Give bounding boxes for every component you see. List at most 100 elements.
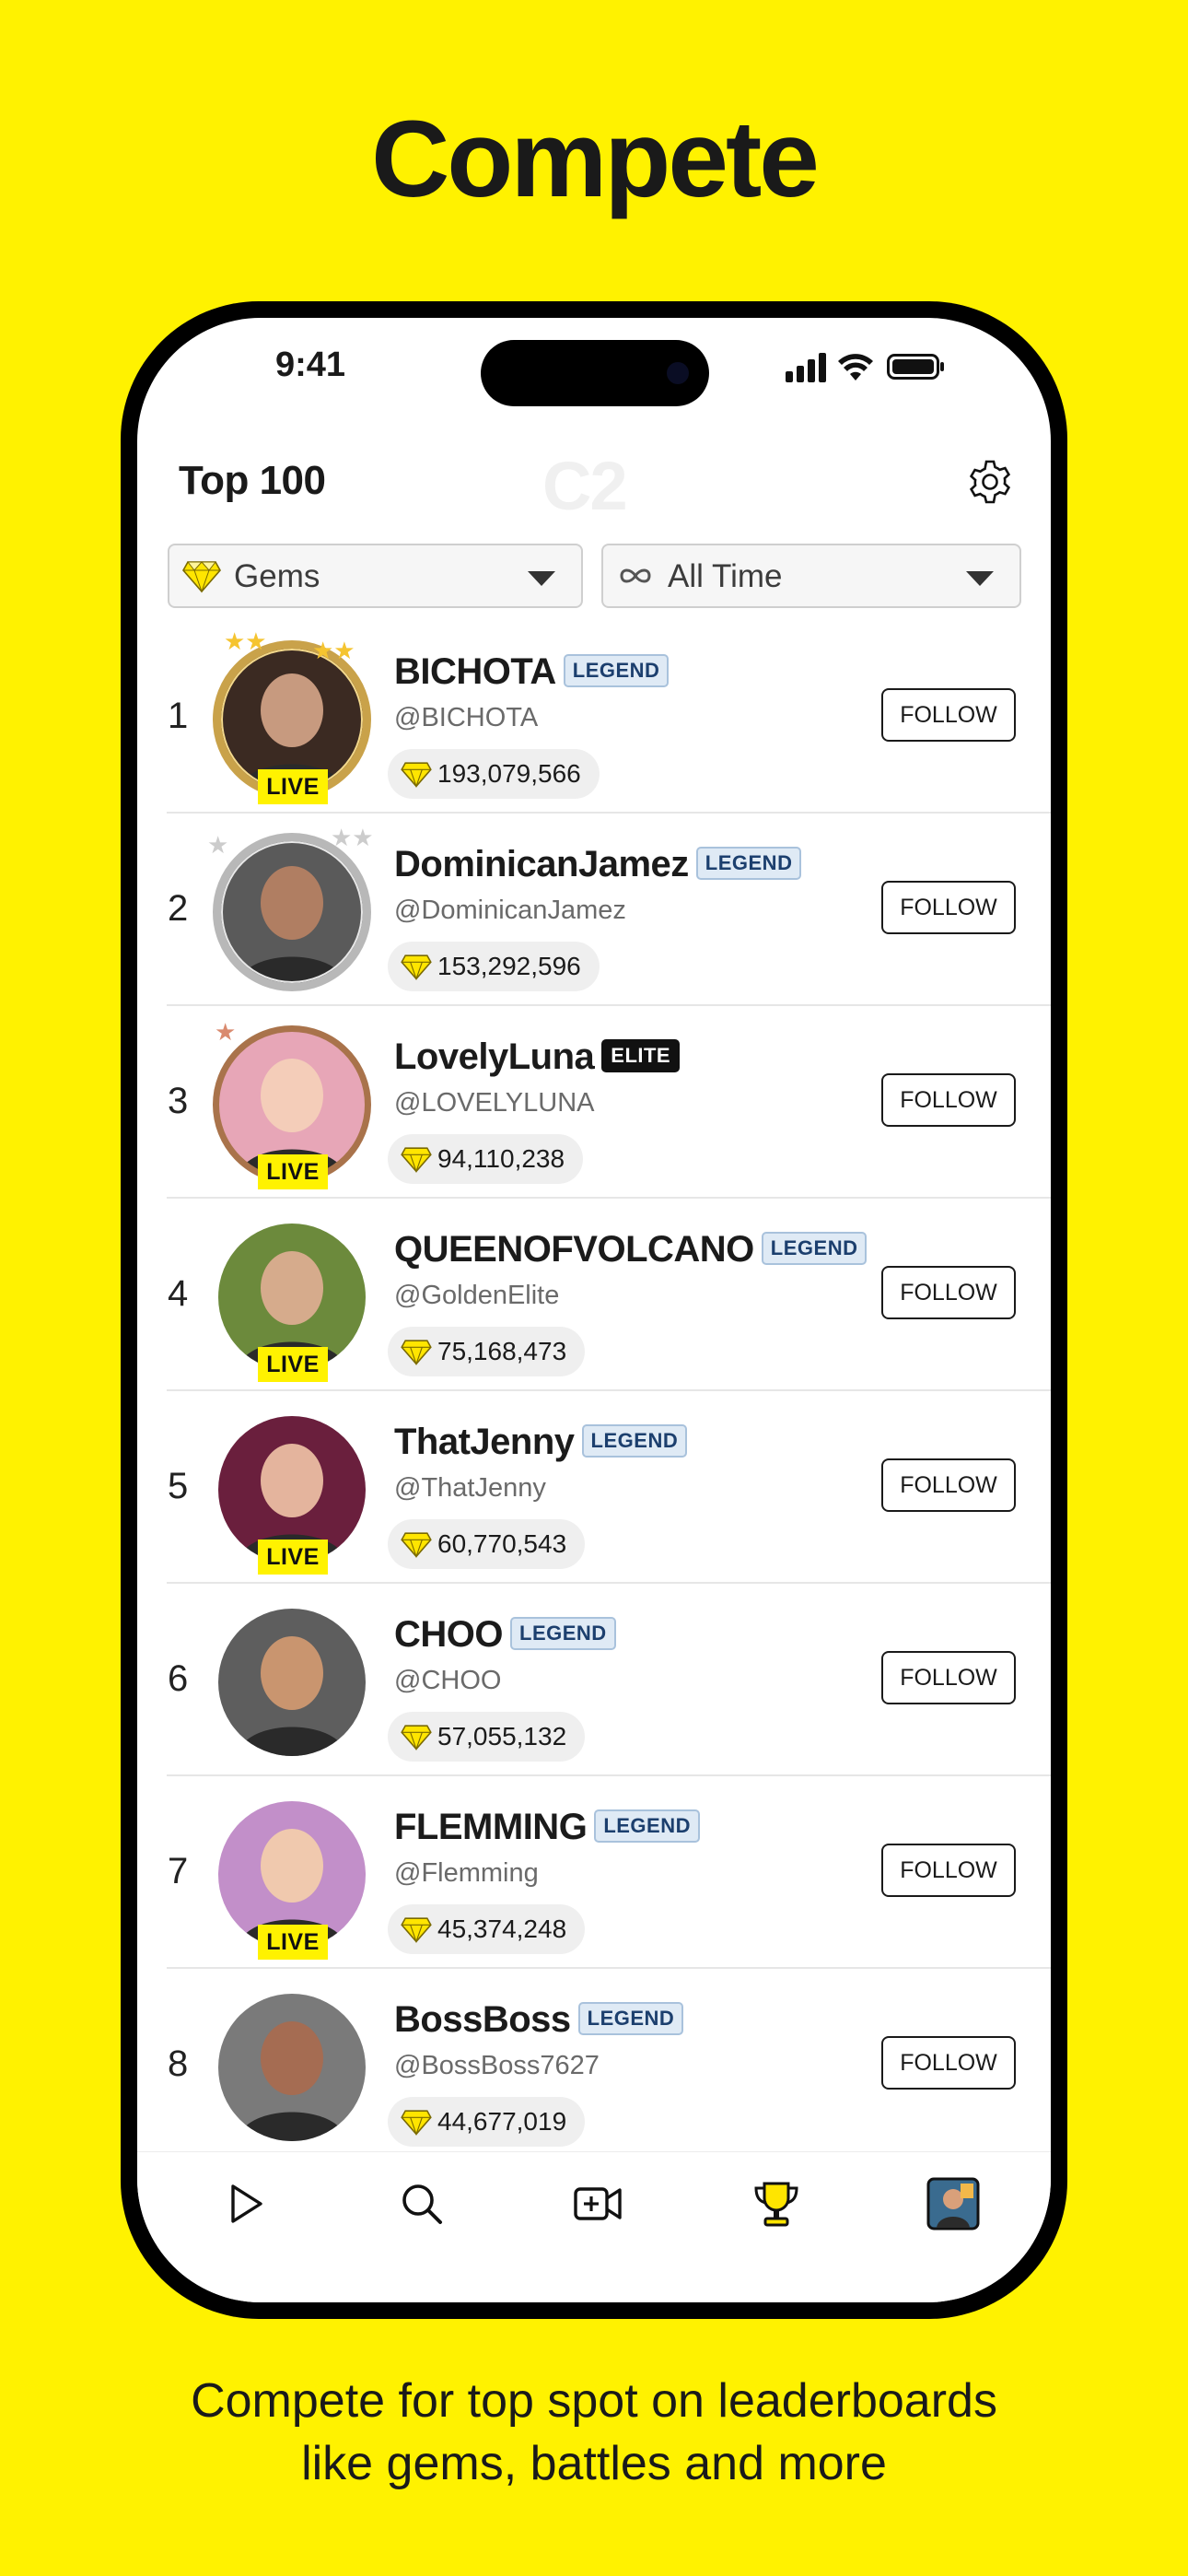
tier-badge: LEGEND (594, 1809, 700, 1844)
user-display-name: CHOO LEGEND (394, 1614, 616, 1656)
rank-number: 2 (168, 888, 189, 929)
gem-icon (401, 1917, 432, 1943)
rank-number: 7 (168, 1851, 189, 1891)
user-handle: @GoldenElite (394, 1281, 560, 1310)
avatar[interactable]: ★★ ★★ LIVE (213, 627, 371, 804)
leaderboard-row[interactable]: 3 ★ LIVE LovelyLuna ELITE @LOVELYLUNA 94,110,2… (137, 1007, 1051, 1199)
follow-button[interactable]: FOLLOW (881, 2036, 1016, 2090)
tier-badge: LEGEND (510, 1617, 616, 1651)
user-name-text: BossBoss (394, 1999, 571, 2040)
period-dropdown[interactable]: All Time (601, 544, 1021, 608)
avatar[interactable]: ★ ★★ (207, 824, 374, 991)
stars-icon: ★ (207, 831, 229, 859)
follow-button[interactable]: FOLLOW (881, 688, 1016, 742)
user-display-name: FLEMMING LEGEND (394, 1807, 700, 1848)
leaderboard-row[interactable]: 4 LIVE QUEENOFVOLCANO LEGEND @GoldenElite 75,… (137, 1200, 1051, 1391)
row-divider (167, 1582, 1051, 1584)
search-icon[interactable] (394, 2176, 449, 2231)
rank-number: 4 (168, 1273, 189, 1314)
gems-count-pill: 94,110,238 (388, 1134, 584, 1184)
user-name-text: FLEMMING (394, 1807, 588, 1847)
user-name-text: QUEENOFVOLCANO (394, 1229, 754, 1270)
gems-count: 153,292,596 (437, 952, 581, 980)
gem-icon (401, 1147, 432, 1173)
gems-count: 94,110,238 (437, 1144, 565, 1173)
avatar[interactable]: ★ LIVE (213, 1018, 371, 1189)
row-divider (167, 1004, 1051, 1006)
profile-avatar-icon[interactable] (926, 2176, 981, 2231)
tier-badge: LEGEND (695, 847, 802, 881)
leaderboard-row[interactable]: 1 ★★ ★★ LIVE BICHOTA LEGEND @BICHOTA 193,079,56… (137, 622, 1051, 814)
play-icon[interactable] (217, 2176, 273, 2231)
leaderboard-row[interactable]: 7 LIVE FLEMMING LEGEND @Flemming 45,374,248 FO… (137, 1777, 1051, 1969)
status-time: 9:41 (275, 345, 346, 384)
tier-badge: LEGEND (581, 1424, 688, 1458)
status-icons (786, 351, 951, 382)
user-name-text: CHOO (394, 1614, 504, 1655)
follow-button[interactable]: FOLLOW (881, 881, 1016, 934)
leaderboard-row[interactable]: 5 LIVE ThatJenny LEGEND @ThatJenny 60,770,543… (137, 1392, 1051, 1584)
row-divider (167, 812, 1051, 814)
user-handle: @CHOO (394, 1666, 502, 1695)
user-name-text: LovelyLuna (394, 1036, 595, 1077)
metric-dropdown-label: Gems (234, 558, 320, 594)
avatar[interactable]: LIVE (213, 1218, 371, 1382)
gem-icon (401, 762, 432, 788)
leaderboard-row[interactable]: 6 CHOO LEGEND @CHOO 57,055,132 FOLLOW (137, 1585, 1051, 1776)
follow-button[interactable]: FOLLOW (881, 1266, 1016, 1319)
user-display-name: BICHOTA LEGEND (394, 651, 670, 693)
trophy-icon[interactable] (749, 2176, 804, 2231)
bottom-tab-bar (137, 2151, 1051, 2302)
tier-badge: LEGEND (577, 2002, 684, 2036)
avatar[interactable]: LIVE (213, 1796, 371, 1960)
gem-icon (401, 2110, 432, 2136)
gem-icon (401, 1725, 432, 1751)
follow-button[interactable]: FOLLOW (881, 1458, 1016, 1512)
gems-count-pill: 75,168,473 (388, 1327, 586, 1376)
stars-icon: ★★ (312, 637, 355, 664)
row-divider (167, 1774, 1051, 1776)
avatar[interactable] (213, 1603, 371, 1762)
rank-number: 5 (168, 1466, 189, 1506)
gem-icon (401, 1532, 432, 1558)
avatar[interactable]: LIVE (213, 1411, 371, 1575)
caption-line-2: like gems, battles and more (301, 2437, 887, 2490)
leaderboard-list[interactable]: 1 ★★ ★★ LIVE BICHOTA LEGEND @BICHOTA 193,079,56… (137, 622, 1051, 2151)
chevron-down-icon (966, 571, 994, 586)
gems-count: 75,168,473 (437, 1337, 567, 1365)
phone-screen: 9:41 Top 100 C2 Gems All Time 1 ★★ ★★ LI… (137, 318, 1051, 2302)
gear-icon[interactable] (966, 458, 1014, 506)
live-badge: LIVE (258, 1347, 328, 1382)
user-display-name: QUEENOFVOLCANO LEGEND (394, 1229, 868, 1270)
user-display-name: BossBoss LEGEND (394, 1999, 684, 2041)
gems-count: 193,079,566 (437, 759, 581, 788)
user-display-name: ThatJenny LEGEND (394, 1422, 688, 1463)
gems-count-pill: 60,770,543 (388, 1519, 586, 1569)
avatar[interactable] (213, 1988, 371, 2147)
user-name-text: BICHOTA (394, 651, 556, 692)
gems-count-pill: 45,374,248 (388, 1904, 586, 1954)
tier-badge: LEGEND (563, 654, 670, 688)
cellular-signal-icon (786, 353, 826, 382)
rank-number: 3 (168, 1081, 189, 1121)
leaderboard-row[interactable]: 2 ★ ★★ DominicanJamez LEGEND @DominicanJamez 1… (137, 814, 1051, 1006)
page-headline: Compete (371, 99, 820, 220)
battery-icon (887, 354, 944, 380)
caption-line-1: Compete for top spot on leaderboards (191, 2374, 997, 2428)
gems-count-pill: 44,677,019 (388, 2097, 586, 2147)
gems-count-pill: 57,055,132 (388, 1712, 586, 1762)
avatar-image (218, 1609, 366, 1756)
rank-number: 6 (168, 1658, 189, 1699)
user-handle: @LOVELYLUNA (394, 1088, 595, 1118)
row-divider (167, 1967, 1051, 1969)
user-display-name: DominicanJamez LEGEND (394, 844, 802, 885)
video-add-icon[interactable] (570, 2176, 625, 2231)
follow-button[interactable]: FOLLOW (881, 1844, 1016, 1897)
gem-icon (401, 954, 432, 980)
avatar-image (218, 1994, 366, 2141)
gems-count: 60,770,543 (437, 1529, 567, 1558)
metric-dropdown[interactable]: Gems (168, 544, 583, 608)
leaderboard-row[interactable]: 8 BossBoss LEGEND @BossBoss7627 44,677,019 FO… (137, 1970, 1051, 2151)
follow-button[interactable]: FOLLOW (881, 1073, 1016, 1127)
follow-button[interactable]: FOLLOW (881, 1651, 1016, 1704)
